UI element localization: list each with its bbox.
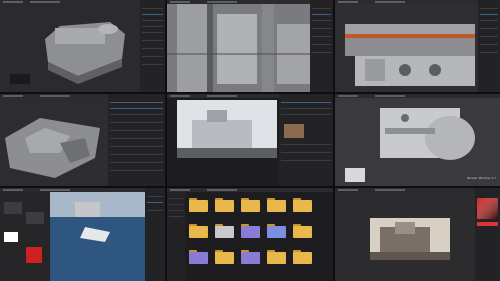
panel-6-round-building-render: Render Window 2.7 (335, 94, 500, 186)
folder-icon[interactable] (241, 224, 260, 238)
folder-icon[interactable] (189, 224, 208, 238)
color-wheel[interactable] (475, 196, 500, 236)
image-viewport[interactable] (335, 192, 475, 281)
round-building-model (345, 108, 475, 182)
wall-closeup-model (167, 4, 310, 92)
3d-viewport[interactable]: Render Window 2.7 (335, 98, 500, 186)
folder-icon[interactable] (293, 250, 312, 264)
file-browser-sidebar[interactable] (167, 192, 185, 281)
3d-viewport[interactable] (335, 4, 478, 92)
properties-sidebar[interactable] (140, 0, 165, 92)
properties-sidebar[interactable] (145, 188, 165, 281)
image-viewport[interactable] (177, 100, 277, 158)
panel-5-reference-image (167, 94, 333, 186)
properties-sidebar[interactable] (310, 0, 333, 92)
3d-viewport[interactable] (50, 192, 145, 281)
properties-sidebar[interactable] (279, 94, 333, 186)
top-toolbar[interactable] (167, 188, 333, 192)
folder-icon[interactable] (215, 198, 234, 212)
panel-3-pipes-detail (335, 0, 500, 92)
folder-icon[interactable] (189, 250, 208, 264)
building-render-image (370, 218, 450, 260)
panel-2-closeup-walls (167, 0, 333, 92)
terrain-mesh (5, 118, 100, 178)
3d-viewport[interactable] (0, 98, 108, 186)
folder-grid (189, 198, 333, 278)
texture-thumbnail[interactable] (284, 124, 304, 138)
folder-icon[interactable] (215, 224, 234, 238)
panel-4-terrain (0, 94, 165, 186)
panel-8-file-browser (167, 188, 333, 281)
panel-7-node-editor-ocean (0, 188, 165, 281)
folder-icon[interactable] (267, 224, 286, 238)
folder-icon[interactable] (189, 198, 208, 212)
panel-1-building-block-model (0, 0, 165, 92)
ocean-scene (50, 192, 145, 281)
reference-building-photo (177, 100, 277, 158)
pipes-model (345, 24, 475, 86)
building-block-model (10, 22, 125, 84)
properties-sidebar[interactable] (478, 0, 500, 92)
render-status-text: Render Window 2.7 (466, 176, 496, 180)
node-box[interactable] (4, 202, 22, 214)
node-box[interactable] (26, 212, 44, 224)
red-swatch[interactable] (26, 247, 42, 263)
node-editor[interactable] (0, 192, 50, 281)
color-picker-panel[interactable] (475, 188, 500, 281)
properties-sidebar[interactable] (108, 94, 165, 186)
folder-icon[interactable] (215, 250, 234, 264)
panel-9-image-viewer (335, 188, 500, 281)
3d-viewport[interactable] (167, 4, 310, 92)
folder-icon[interactable] (241, 250, 260, 264)
folder-icon[interactable] (293, 224, 312, 238)
white-swatch[interactable] (4, 232, 18, 242)
folder-icon[interactable] (241, 198, 260, 212)
folder-icon[interactable] (267, 250, 286, 264)
folder-icon[interactable] (267, 198, 286, 212)
3d-viewport[interactable] (0, 4, 140, 92)
folder-icon[interactable] (293, 198, 312, 212)
